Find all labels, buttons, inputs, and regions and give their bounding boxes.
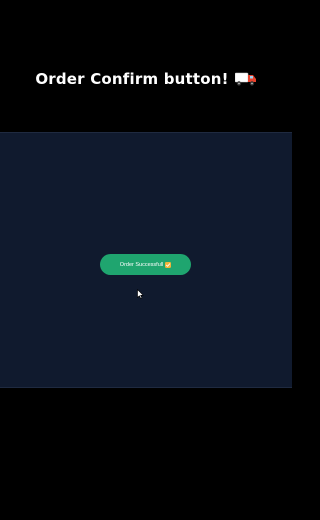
- order-button-label: Order Successfull: [119, 261, 164, 268]
- demo-stage: Order Successfull: [0, 132, 292, 388]
- caption-overlay: Order Confirm button!: [0, 68, 292, 90]
- caption-text: Order Confirm button!: [35, 70, 229, 88]
- check-emoji-icon: [165, 261, 172, 268]
- delivery-truck-icon: [234, 72, 256, 86]
- mouse-pointer-icon: [137, 289, 144, 299]
- order-confirm-button[interactable]: Order Successfull: [100, 254, 191, 275]
- video-frame: Order Confirm button! Order Successfull: [0, 0, 292, 520]
